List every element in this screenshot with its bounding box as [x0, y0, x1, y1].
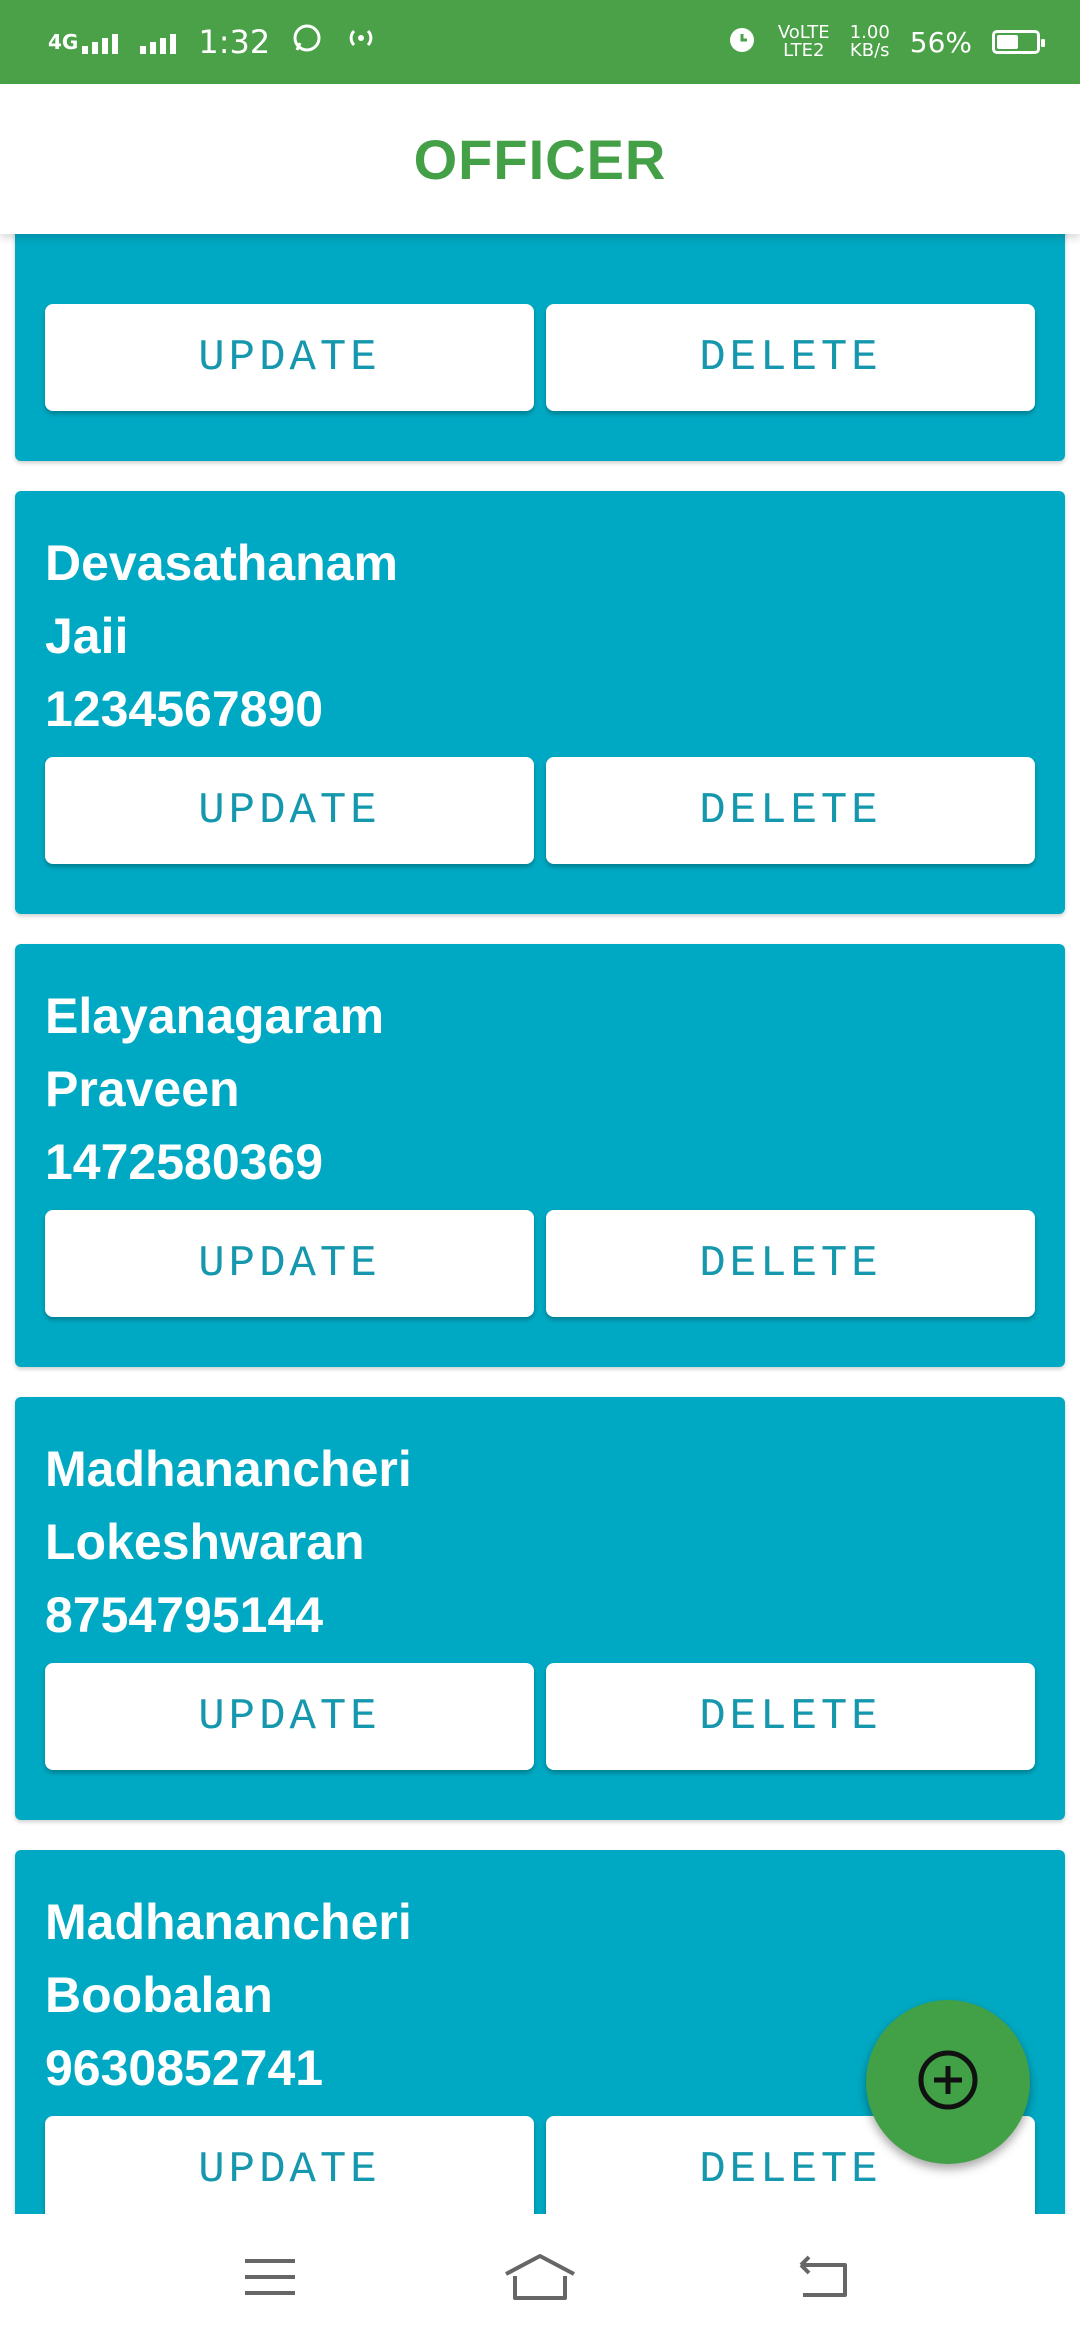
network-type: 4G — [48, 30, 79, 54]
officer-name: Boobalan — [45, 1967, 273, 2023]
update-button[interactable]: UPDATE — [45, 1663, 534, 1770]
add-circle-icon — [915, 2047, 981, 2118]
signal-icon — [82, 30, 119, 54]
update-button[interactable]: UPDATE — [45, 304, 534, 411]
network-indicator: 4G — [48, 30, 119, 54]
officer-place: Devasathanam — [45, 535, 398, 591]
officer-card: Madhanancheri Lokeshwaran 8754795144 UPD… — [15, 1397, 1065, 1820]
officer-name: Jaii — [45, 608, 129, 664]
officer-details: Madhanancheri Lokeshwaran 8754795144 — [45, 1433, 412, 1652]
page-title: OFFICER — [413, 127, 667, 191]
alarm-icon — [726, 23, 758, 62]
officer-name: Lokeshwaran — [45, 1514, 365, 1570]
whatsapp-icon — [292, 23, 322, 61]
add-officer-button[interactable] — [866, 2000, 1030, 2164]
hotspot-icon — [344, 23, 378, 61]
officer-card: Devasathanam Jaii 1234567890 UPDATE DELE… — [15, 491, 1065, 914]
signal-2-icon — [140, 30, 177, 54]
officer-card: UPDATE DELETE — [15, 234, 1065, 461]
officer-phone: 9630852741 — [45, 2040, 324, 2096]
clock: 1:32 — [198, 23, 271, 61]
navigation-bar — [0, 2214, 1080, 2340]
network-speed: 1.00 KB/s — [849, 22, 890, 61]
nav-menu-button[interactable] — [230, 2244, 310, 2314]
update-button[interactable]: UPDATE — [45, 1210, 534, 1317]
officer-list[interactable]: UPDATE DELETE Devasathanam Jaii 12345678… — [0, 234, 1080, 2214]
delete-button[interactable]: DELETE — [546, 1210, 1035, 1317]
delete-button[interactable]: DELETE — [546, 1663, 1035, 1770]
volte-indicator: VoLTE LTE2 — [777, 22, 830, 61]
menu-icon — [243, 2255, 297, 2304]
officer-phone: 1234567890 — [45, 681, 324, 737]
delete-button[interactable]: DELETE — [546, 757, 1035, 864]
officer-name: Praveen — [45, 1061, 240, 1117]
back-icon — [793, 2253, 851, 2306]
officer-place: Madhanancheri — [45, 1894, 412, 1950]
battery-percent: 56% — [909, 25, 972, 59]
nav-home-button[interactable] — [500, 2244, 580, 2314]
update-button[interactable]: UPDATE — [45, 757, 534, 864]
home-icon — [503, 2252, 577, 2307]
officer-details: Elayanagaram Praveen 1472580369 — [45, 980, 384, 1199]
delete-button[interactable]: DELETE — [546, 304, 1035, 411]
battery-level — [997, 35, 1018, 49]
battery-icon — [992, 30, 1045, 54]
update-button[interactable]: UPDATE — [45, 2116, 534, 2214]
officer-place: Madhanancheri — [45, 1441, 412, 1497]
officer-phone: 1472580369 — [45, 1134, 324, 1190]
nav-back-button[interactable] — [782, 2244, 862, 2314]
status-bar: 4G 1:32 VoLTE LTE2 1.00 KB/s 56% — [0, 0, 1080, 84]
app-bar: OFFICER — [0, 84, 1080, 234]
officer-details: Devasathanam Jaii 1234567890 — [45, 527, 398, 746]
officer-phone: 8754795144 — [45, 1587, 324, 1643]
officer-card: Elayanagaram Praveen 1472580369 UPDATE D… — [15, 944, 1065, 1367]
officer-details: Madhanancheri Boobalan 9630852741 — [45, 1886, 412, 2105]
officer-place: Elayanagaram — [45, 988, 385, 1044]
